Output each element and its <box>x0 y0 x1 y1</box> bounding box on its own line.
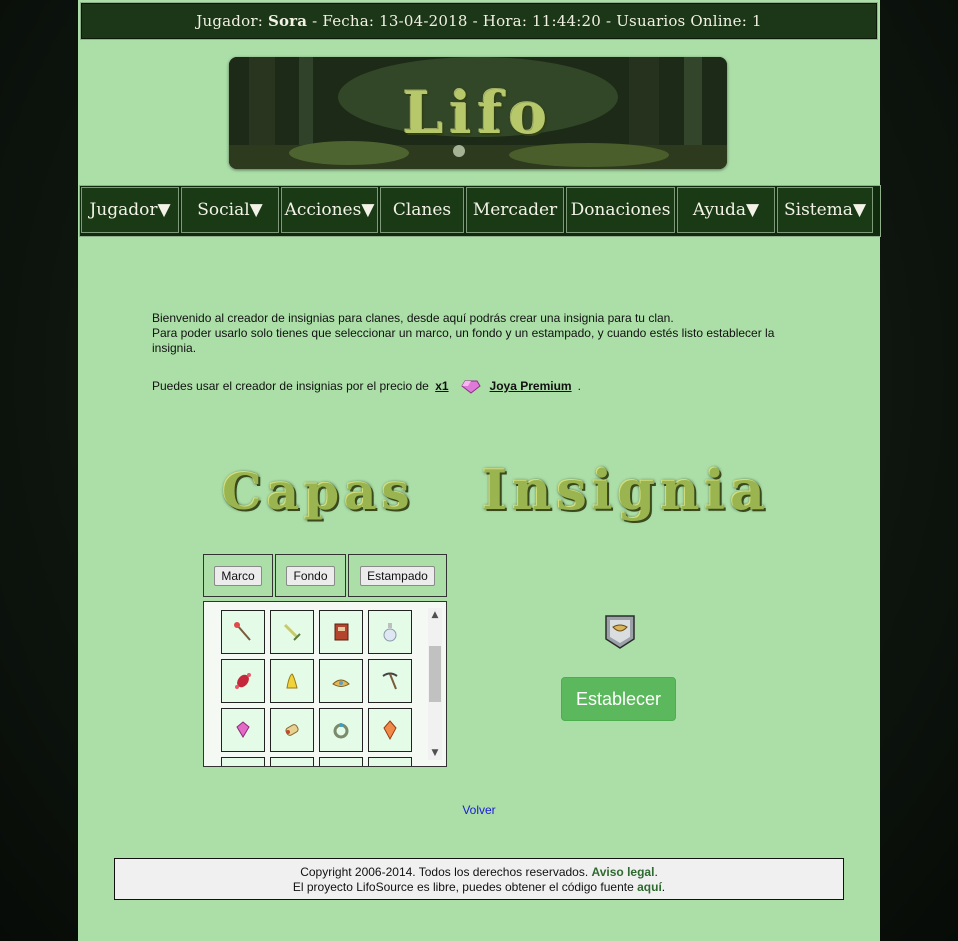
scroll-thumb[interactable] <box>429 646 441 702</box>
potion-bottle-icon <box>383 623 397 642</box>
footer-line-2-end: . <box>661 880 666 894</box>
grid-item-empty[interactable] <box>270 757 314 766</box>
grid-item-empty[interactable] <box>319 757 363 766</box>
grid-item-banana[interactable] <box>270 659 314 703</box>
menu-social[interactable]: Social▼ <box>181 187 279 233</box>
price-item-name[interactable]: Joya Premium <box>490 379 572 393</box>
candy-icon <box>235 673 251 689</box>
sword-icon <box>283 623 301 641</box>
scroll-down-arrow-icon[interactable]: ▼ <box>428 746 442 760</box>
price-end: . <box>577 379 581 393</box>
grid-item-ring[interactable] <box>319 708 363 752</box>
menu-clanes[interactable]: Clanes <box>380 187 464 233</box>
grid-item-empty[interactable] <box>221 757 265 766</box>
status-bar: Jugador: Sora - Fecha: 13-04-2018 - Hora… <box>80 2 878 40</box>
date-value: 13-04-2018 <box>379 12 468 30</box>
scroll-icon <box>285 724 299 736</box>
item-picker: ▲ ▼ <box>203 601 447 767</box>
menu-jugador[interactable]: Jugador▼ <box>81 187 179 233</box>
online-count: 1 <box>751 12 762 30</box>
layer-tabs: Marco Fondo Estampado <box>203 554 447 599</box>
tab-fondo[interactable]: Fondo <box>286 565 335 586</box>
premium-gem-icon <box>460 380 481 394</box>
tab-marco[interactable]: Marco <box>214 565 262 586</box>
menu-ayuda[interactable]: Ayuda▼ <box>677 187 775 233</box>
footer: Copyright 2006-2014. Todos los derechos … <box>114 858 844 900</box>
ring-icon <box>333 723 349 739</box>
scroll-up-arrow-icon[interactable]: ▲ <box>428 608 442 622</box>
gem-icon <box>236 721 250 738</box>
intro-line-2: Para poder usarlo solo tienes que selecc… <box>152 326 775 355</box>
intro-text: Bienvenido al creador de insignias para … <box>152 311 812 356</box>
source-text: El proyecto LifoSource es libre, puedes … <box>292 880 634 894</box>
footer-line-2: El proyecto LifoSource es libre, puedes … <box>115 880 843 895</box>
player-name: Sora <box>267 12 308 30</box>
crystal-icon <box>383 720 397 741</box>
menu-mercader[interactable]: Mercader <box>466 187 564 233</box>
pickaxe-icon <box>382 672 398 690</box>
item-grid <box>221 610 412 766</box>
insignia-heading: Insignia <box>482 458 770 522</box>
price-text: Puedes usar el creador de insignias por … <box>152 379 429 393</box>
date-label: - Fecha: <box>312 12 375 30</box>
grid-item-crystal[interactable] <box>368 708 412 752</box>
time-value: 11:44:20 <box>532 12 602 30</box>
grid-item-crown[interactable] <box>319 659 363 703</box>
player-label: Jugador: <box>196 12 263 30</box>
grid-item-potion[interactable] <box>368 610 412 654</box>
menu-sistema[interactable]: Sistema▼ <box>777 187 873 233</box>
book-icon <box>334 623 349 641</box>
grid-item-book[interactable] <box>319 610 363 654</box>
badge-preview <box>605 615 635 649</box>
online-label: - Usuarios Online: <box>605 12 747 30</box>
page-container: Jugador: Sora - Fecha: 13-04-2018 - Hora… <box>78 0 881 941</box>
footer-line-1: Copyright 2006-2014. Todos los derechos … <box>115 865 843 880</box>
grid-item-pickaxe[interactable] <box>368 659 412 703</box>
grid-item-wand[interactable] <box>221 610 265 654</box>
intro-line-1: Bienvenido al creador de insignias para … <box>152 311 674 325</box>
menu-donaciones[interactable]: Donaciones <box>566 187 675 233</box>
capas-heading: Capas <box>222 462 415 521</box>
site-logo: Lifo <box>402 79 554 147</box>
grid-item-scroll[interactable] <box>270 708 314 752</box>
volver-link[interactable]: Volver <box>78 803 880 817</box>
main-menu: Jugador▼ Social▼ Acciones▼ Clanes Mercad… <box>79 185 881 237</box>
grid-item-sword[interactable] <box>270 610 314 654</box>
establecer-button[interactable]: Establecer <box>561 677 676 721</box>
picker-scrollbar[interactable]: ▲ ▼ <box>428 608 442 760</box>
footer-line-1-end: . <box>654 865 658 879</box>
tab-estampado[interactable]: Estampado <box>360 565 435 586</box>
banana-icon <box>286 673 298 689</box>
tab-fondo-cell: Fondo <box>275 554 346 597</box>
wand-icon <box>234 622 251 641</box>
grid-item-empty[interactable] <box>368 757 412 766</box>
source-code-link[interactable]: aquí <box>637 880 662 894</box>
legal-notice-link[interactable]: Aviso legal <box>592 865 655 879</box>
price-quantity: x1 <box>435 379 449 393</box>
time-label: - Hora: <box>472 12 528 30</box>
tab-marco-cell: Marco <box>203 554 273 597</box>
grid-item-gem[interactable] <box>221 708 265 752</box>
price-line: Puedes usar el creador de insignias por … <box>152 378 581 394</box>
copyright-text: Copyright 2006-2014. Todos los derechos … <box>300 865 589 879</box>
crown-icon <box>332 679 350 687</box>
tab-estampado-cell: Estampado <box>348 554 447 597</box>
menu-acciones[interactable]: Acciones▼ <box>281 187 378 233</box>
grid-item-candy[interactable] <box>221 659 265 703</box>
site-banner: Lifo <box>229 57 727 169</box>
